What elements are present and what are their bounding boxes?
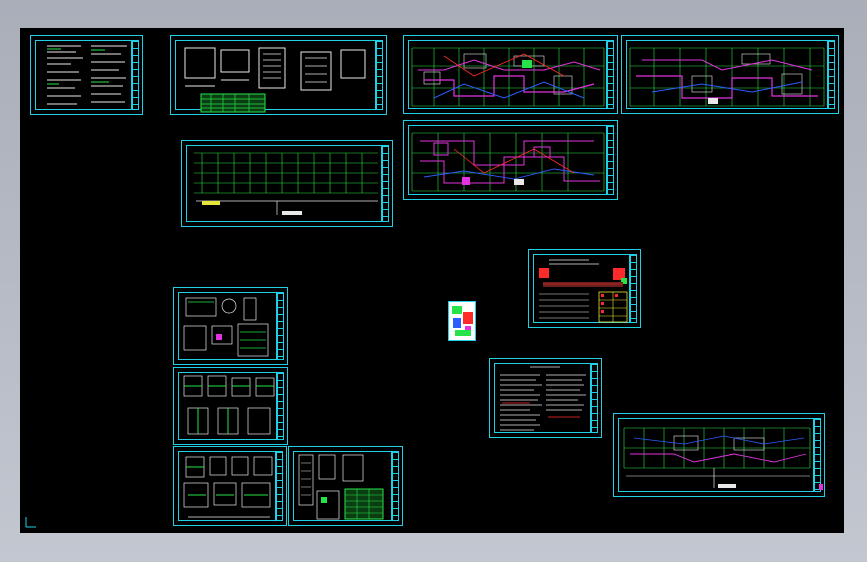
ucs-marker-icon [25,517,36,528]
sheet-general-notes-1[interactable] [30,35,143,115]
legend-red-drawing [539,259,628,323]
notes-text-drawing [500,366,586,431]
details-1-drawing [183,297,269,357]
sheet-elevation[interactable] [181,140,393,227]
sheet-details-2[interactable] [173,367,288,445]
sheet-details-1[interactable] [173,287,288,365]
sheet-floor-plan-c[interactable] [403,120,618,200]
floor-plan-d-drawing [623,427,823,490]
sheet-floor-plan-d[interactable] [613,413,825,497]
sheet-details-4[interactable] [288,446,403,526]
sheet-notes-text[interactable] [489,358,602,438]
details-2-drawing [183,375,275,435]
sheet-preview-thumbnail[interactable] [448,301,476,341]
drawing-canvas[interactable] [20,28,844,533]
sheet-floor-plan-a[interactable] [403,35,618,114]
notes-lines [47,45,127,105]
elevation-drawing [194,152,378,215]
floor-plan-c-drawing [411,132,605,192]
equipment-list-lines [184,47,366,113]
floor-plan-a-drawing [411,47,605,107]
preview-thumbnail-image [452,306,473,336]
sheet-legend-red[interactable] [528,249,641,328]
sheet-details-3[interactable] [173,446,287,526]
details-3-drawing [183,456,273,518]
floor-plan-b-drawing [629,47,825,107]
sheet-equipment-list[interactable] [170,35,387,115]
details-4-drawing [298,454,384,520]
sheet-floor-plan-b[interactable] [621,35,839,114]
